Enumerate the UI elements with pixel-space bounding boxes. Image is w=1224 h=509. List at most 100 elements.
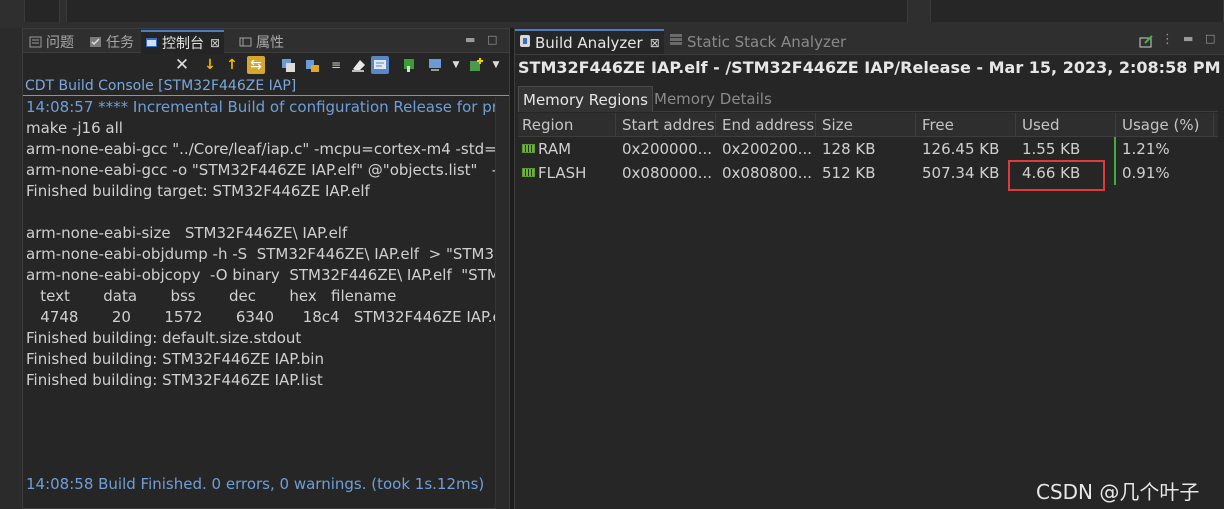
console-toolbar: ✕ ↓ ↑ ⇆ ≡ ▼ ▼ (23, 53, 509, 77)
console-line: text data bss dec hex filename (26, 287, 397, 305)
used-cell: 1.55 KB (1022, 140, 1081, 158)
maximize-icon[interactable]: □ (1205, 32, 1215, 45)
terminate-icon[interactable]: ✕ (173, 55, 191, 75)
editor-area (930, 0, 1224, 22)
end-address-cell: 0x200200... (722, 140, 812, 158)
open-console-icon[interactable] (467, 56, 485, 74)
size-cell: 128 KB (822, 140, 876, 158)
watermark: CSDN @几个叶子 (1036, 480, 1200, 504)
table-header: Region Start addres End address Size Fre… (518, 113, 1218, 137)
console-line: arm-none-eabi-size STM32F446ZE\ IAP.elf (26, 224, 348, 242)
column-header-free[interactable]: Free (918, 113, 1016, 137)
left-gutter (0, 28, 22, 509)
tab-properties[interactable]: 属性 (235, 30, 288, 53)
arrow-down-icon[interactable]: ↓ (201, 56, 219, 74)
tab-problems[interactable]: 问题 (25, 30, 78, 53)
tab-static-stack-analyzer[interactable]: Static Stack Analyzer (665, 29, 850, 54)
console-tabbar: 问题 任务 控制台 ⊠ 属性 ▬ □ (23, 29, 509, 53)
tab-build-analyzer[interactable]: Build Analyzer ⊠ (515, 29, 664, 54)
vertical-scrollbar[interactable] (495, 97, 509, 509)
problems-icon (29, 36, 42, 48)
console-line: 14:08:57 **** Incremental Build of confi… (26, 98, 495, 116)
properties-icon (239, 36, 252, 48)
close-icon[interactable]: ⊠ (210, 36, 220, 50)
column-header-region[interactable]: Region (518, 113, 616, 137)
column-header-usage[interactable]: Usage (%) (1118, 113, 1214, 137)
console-line: arm-none-eabi-gcc "../Core/leaf/iap.c" -… (26, 140, 495, 158)
minimize-icon[interactable]: ▬ (1183, 32, 1193, 45)
region-name: FLASH (538, 164, 587, 182)
word-wrap-icon[interactable]: ≡ (327, 56, 345, 74)
usage-cell: 1.21% (1122, 140, 1170, 158)
highlight-box (1008, 160, 1105, 191)
tasks-icon (89, 36, 102, 48)
menu-icon[interactable]: ⋮ (1161, 32, 1174, 47)
free-cell: 126.45 KB (922, 140, 1000, 158)
console-output[interactable]: 14:08:57 **** Incremental Build of confi… (23, 97, 495, 497)
editor-area (24, 0, 60, 22)
analyzer-headline: STM32F446ZE IAP.elf - /STM32F446ZE IAP/R… (518, 58, 1221, 77)
tab-memory-details[interactable]: Memory Details (650, 86, 776, 112)
tab-console[interactable]: 控制台 ⊠ (141, 30, 225, 53)
chevron-down-icon[interactable]: ▼ (447, 56, 465, 74)
console-icon (145, 37, 158, 49)
arrow-up-icon[interactable]: ↑ (223, 56, 241, 74)
build-analyzer-view: Build Analyzer ⊠ Static Stack Analyzer ⋮… (514, 28, 1224, 509)
end-address-cell: 0x080800... (722, 164, 812, 182)
start-address-cell: 0x080000... (622, 164, 712, 182)
console-line: Finished building target: STM32F446ZE IA… (26, 182, 370, 200)
console-line: Finished building: default.size.stdout (26, 329, 302, 347)
console-line: arm-none-eabi-objcopy -O binary STM32F44… (26, 266, 495, 284)
tab-label: 问题 (46, 34, 74, 51)
tab-label: 属性 (256, 34, 284, 51)
region-cell: FLASH (518, 161, 616, 185)
export-icon[interactable] (1139, 33, 1154, 52)
lock-icon[interactable] (303, 56, 321, 74)
display-console-icon[interactable] (427, 56, 445, 74)
memory-chip-icon (522, 168, 535, 177)
top-editor-strip (0, 0, 1224, 28)
maximize-icon[interactable]: □ (487, 33, 497, 46)
usage-bar (1114, 137, 1116, 161)
tab-memory-regions[interactable]: Memory Regions (518, 86, 653, 112)
console-line: Finished building: STM32F446ZE IAP.bin (26, 350, 324, 368)
stack-analyzer-icon (669, 33, 683, 51)
start-address-cell: 0x200000... (622, 140, 712, 158)
console-view: 问题 任务 控制台 ⊠ 属性 ▬ □ ✕ ↓ ↑ ⇆ ≡ ▼ ▼ CDT Bui… (22, 28, 510, 509)
column-header-used[interactable]: Used (1018, 113, 1116, 137)
analyzer-tabbar: Build Analyzer ⊠ Static Stack Analyzer ⋮… (515, 28, 1224, 55)
close-icon[interactable]: ⊠ (650, 36, 660, 50)
memory-subtabs: Memory Regions Memory Details (518, 86, 1218, 112)
memory-regions-table: Region Start addres End address Size Fre… (518, 113, 1218, 185)
clear-console-icon[interactable] (349, 56, 367, 74)
table-row[interactable]: RAM 0x200000... 0x200200... 128 KB 126.4… (518, 137, 1218, 161)
console-title: CDT Build Console [STM32F446ZE IAP] (23, 77, 509, 96)
console-line: Finished building: STM32F446ZE IAP.list (26, 371, 323, 389)
usage-bar (1114, 161, 1116, 185)
editor-area (66, 0, 908, 22)
tab-label: 控制台 (162, 35, 204, 52)
usage-cell: 0.91% (1122, 164, 1170, 182)
tab-label: Memory Details (654, 90, 772, 108)
size-cell: 512 KB (822, 164, 876, 182)
chevron-down-icon[interactable]: ▼ (487, 56, 505, 74)
table-row[interactable]: FLASH 0x080000... 0x080800... 512 KB 507… (518, 161, 1218, 185)
console-line: arm-none-eabi-objdump -h -S STM32F446ZE\… (26, 245, 495, 263)
build-analyzer-icon (519, 34, 531, 52)
link-console-icon[interactable]: ⇆ (247, 56, 265, 74)
console-line: 4748 20 1572 6340 18c4 STM32F446ZE IAP.e… (26, 308, 495, 326)
tab-label: 任务 (106, 34, 134, 51)
column-header-size[interactable]: Size (818, 113, 916, 137)
tab-label: Memory Regions (523, 90, 648, 109)
column-header-end[interactable]: End address (718, 113, 816, 137)
column-header-start[interactable]: Start addres (618, 113, 716, 137)
region-cell: RAM (518, 137, 616, 161)
new-console-icon[interactable] (401, 56, 419, 74)
tab-label: Build Analyzer (535, 33, 643, 52)
copy-icon[interactable] (279, 56, 297, 74)
memory-chip-icon (522, 144, 535, 153)
pin-console-icon[interactable] (371, 56, 389, 74)
tab-tasks[interactable]: 任务 (85, 30, 138, 53)
minimize-icon[interactable]: ▬ (465, 33, 475, 46)
tab-label: Static Stack Analyzer (687, 32, 847, 51)
